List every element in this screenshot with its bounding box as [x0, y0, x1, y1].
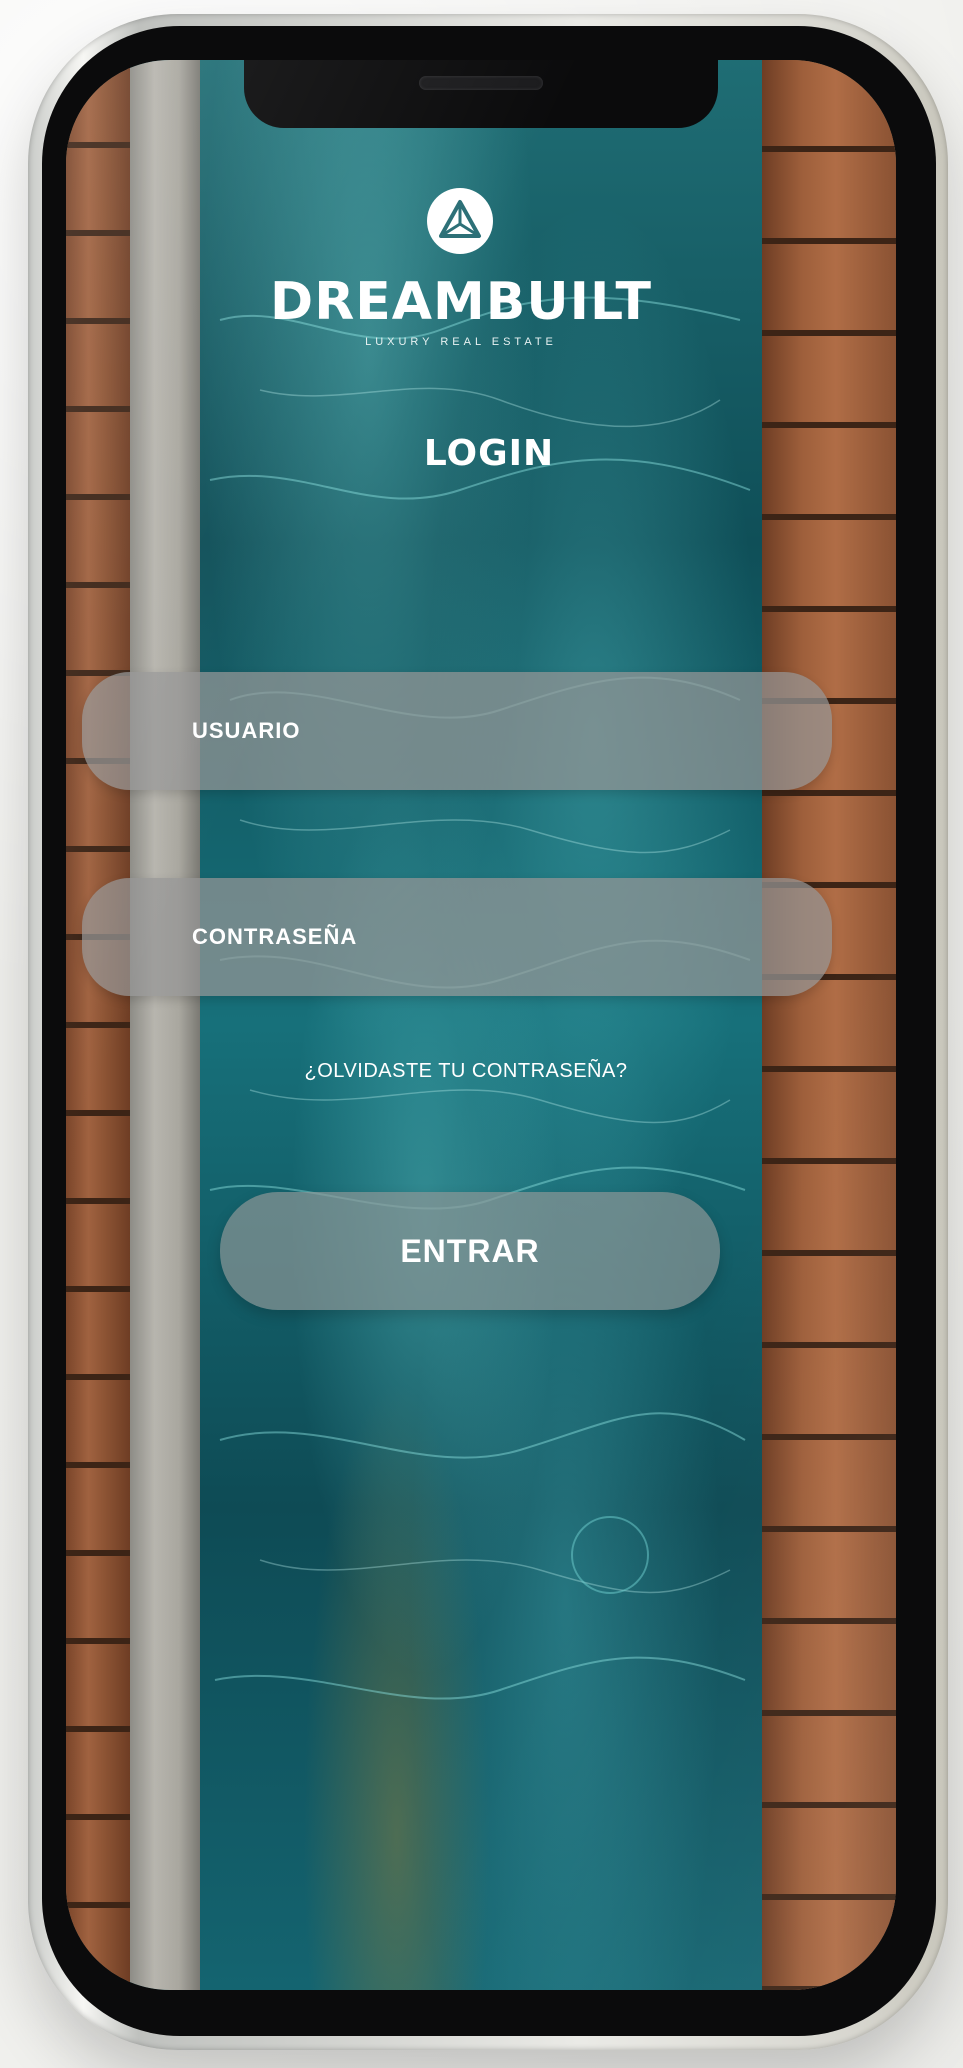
deck-right-background: [762, 60, 896, 1990]
stone-edge-background: [130, 60, 200, 1990]
pool-water-background: [200, 60, 762, 1990]
enter-button[interactable]: ENTRAR: [220, 1192, 720, 1310]
login-title: LOGIN: [423, 433, 555, 474]
brand-tagline: LUXURY REAL ESTATE: [365, 336, 557, 348]
triangle-emblem-icon: [427, 188, 493, 254]
username-input[interactable]: USUARIO: [82, 672, 832, 790]
forgot-password-link[interactable]: ¿OLVIDASTE TU CONTRASEÑA?: [246, 1060, 686, 1083]
speaker-grille: [419, 76, 543, 90]
enter-button-label: ENTRAR: [400, 1232, 540, 1269]
phone-notch: [244, 60, 718, 128]
password-input[interactable]: CONTRASEÑA: [82, 878, 832, 996]
password-placeholder: CONTRASEÑA: [192, 924, 358, 949]
brand-name: DREAMBUILT: [270, 272, 652, 332]
app-screen: DREAMBUILT LUXURY REAL ESTATE LOGIN USUA…: [66, 60, 896, 1990]
deck-left-background: [66, 60, 130, 1990]
water-ripples: [209, 296, 751, 1700]
username-placeholder: USUARIO: [192, 718, 301, 743]
